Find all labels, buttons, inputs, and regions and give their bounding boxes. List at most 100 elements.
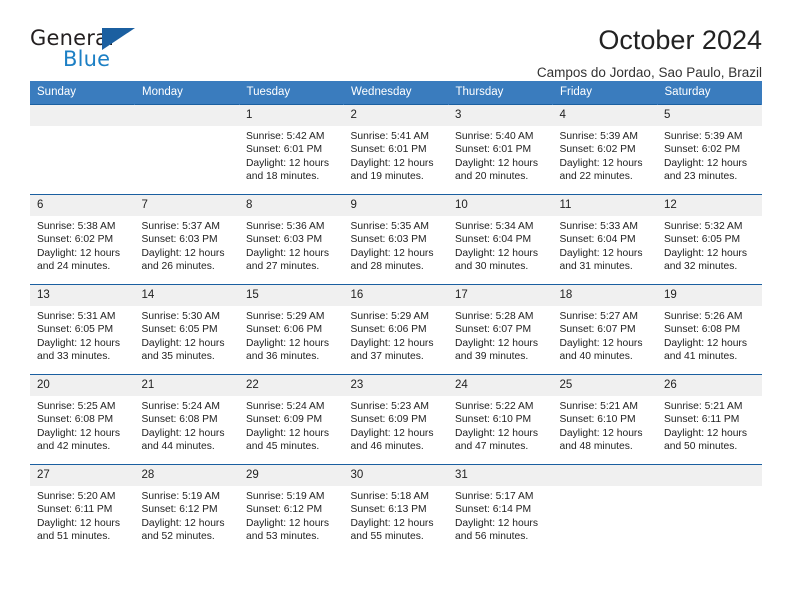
day-cell-10[interactable]: 10 Sunrise: 5:34 AM Sunset: 6:04 PM Dayli…	[448, 194, 553, 285]
weekday-header-tuesday: Tuesday	[239, 81, 344, 105]
day-number: 20	[30, 375, 135, 396]
day-number: 27	[30, 465, 135, 486]
sun-times-details: Sunrise: 5:41 AM Sunset: 6:01 PM Dayligh…	[350, 131, 434, 183]
day-cell-4[interactable]: 4 Sunrise: 5:39 AM Sunset: 6:02 PM Daylig…	[552, 104, 657, 195]
weekday-header-monday: Monday	[134, 81, 240, 105]
day-number: 19	[657, 285, 762, 306]
day-cell-30[interactable]: 30 Sunrise: 5:18 AM Sunset: 6:13 PM Dayli…	[343, 464, 448, 555]
sun-times-details	[30, 126, 135, 130]
day-number: 18	[552, 285, 657, 306]
calendar-week-row: 27 Sunrise: 5:20 AM Sunset: 6:11 PM Dayli…	[30, 464, 762, 555]
day-cell-7[interactable]: 7 Sunrise: 5:37 AM Sunset: 6:03 PM Daylig…	[134, 194, 239, 285]
day-number: 22	[239, 375, 344, 396]
calendar-week-row: 6 Sunrise: 5:38 AM Sunset: 6:02 PM Daylig…	[30, 194, 762, 285]
day-cell-17[interactable]: 17 Sunrise: 5:28 AM Sunset: 6:07 PM Dayli…	[448, 284, 553, 375]
calendar-header-row: Sunday Monday Tuesday Wednesday Thursday Frid…	[30, 81, 762, 105]
day-number: 24	[448, 375, 553, 396]
sun-times-details: Sunrise: 5:26 AM Sunset: 6:08 PM Dayligh…	[664, 311, 747, 363]
day-cell-23[interactable]: 23 Sunrise: 5:23 AM Sunset: 6:09 PM Dayli…	[343, 374, 448, 465]
day-number: 15	[239, 285, 344, 306]
day-cell-8[interactable]: 8 Sunrise: 5:36 AM Sunset: 6:03 PM Daylig…	[239, 194, 344, 285]
calendar-body: 1 Sunrise: 5:42 AM Sunset: 6:01 PM Daylig…	[30, 104, 762, 555]
day-cell-26[interactable]: 26 Sunrise: 5:21 AM Sunset: 6:11 PM Dayli…	[657, 374, 762, 465]
calendar-table: Sunday Monday Tuesday Wednesday Thursday Frid…	[30, 81, 762, 555]
day-number	[552, 465, 657, 486]
sun-times-details: Sunrise: 5:35 AM Sunset: 6:03 PM Dayligh…	[350, 221, 434, 273]
day-cell-28[interactable]: 28 Sunrise: 5:19 AM Sunset: 6:12 PM Dayli…	[134, 464, 239, 555]
day-cell-empty	[30, 104, 135, 195]
sun-times-details: Sunrise: 5:21 AM Sunset: 6:11 PM Dayligh…	[664, 401, 747, 453]
day-cell-21[interactable]: 21 Sunrise: 5:24 AM Sunset: 6:08 PM Dayli…	[134, 374, 239, 465]
generalblue-logo[interactable]: General Blue	[30, 26, 146, 72]
day-number	[657, 465, 762, 486]
day-cell-11[interactable]: 11 Sunrise: 5:33 AM Sunset: 6:04 PM Dayli…	[552, 194, 657, 285]
weekday-header-friday: Friday	[552, 81, 658, 105]
day-cell-1[interactable]: 1 Sunrise: 5:42 AM Sunset: 6:01 PM Daylig…	[239, 104, 344, 195]
day-cell-27[interactable]: 27 Sunrise: 5:20 AM Sunset: 6:11 PM Dayli…	[30, 464, 135, 555]
sun-times-details: Sunrise: 5:31 AM Sunset: 6:05 PM Dayligh…	[37, 311, 120, 363]
sun-times-details: Sunrise: 5:39 AM Sunset: 6:02 PM Dayligh…	[664, 131, 747, 183]
day-cell-25[interactable]: 25 Sunrise: 5:21 AM Sunset: 6:10 PM Dayli…	[552, 374, 657, 465]
sun-times-details: Sunrise: 5:32 AM Sunset: 6:05 PM Dayligh…	[664, 221, 747, 273]
day-cell-16[interactable]: 16 Sunrise: 5:29 AM Sunset: 6:06 PM Dayli…	[343, 284, 448, 375]
sun-times-details: Sunrise: 5:19 AM Sunset: 6:12 PM Dayligh…	[246, 491, 329, 543]
sun-times-details: Sunrise: 5:30 AM Sunset: 6:05 PM Dayligh…	[141, 311, 225, 363]
day-cell-13[interactable]: 13 Sunrise: 5:31 AM Sunset: 6:05 PM Dayli…	[30, 284, 135, 375]
sun-times-details: Sunrise: 5:42 AM Sunset: 6:01 PM Dayligh…	[246, 131, 329, 183]
weekday-header-wednesday: Wednesday	[343, 81, 449, 105]
day-cell-empty	[657, 464, 762, 555]
day-number: 29	[239, 465, 344, 486]
sun-times-details: Sunrise: 5:29 AM Sunset: 6:06 PM Dayligh…	[350, 311, 434, 363]
sun-times-details: Sunrise: 5:28 AM Sunset: 6:07 PM Dayligh…	[455, 311, 538, 363]
day-number: 7	[134, 195, 239, 216]
day-number: 13	[30, 285, 135, 306]
day-number	[134, 105, 239, 126]
day-number	[30, 105, 135, 126]
sun-times-details: Sunrise: 5:39 AM Sunset: 6:02 PM Dayligh…	[559, 131, 643, 183]
day-cell-22[interactable]: 22 Sunrise: 5:24 AM Sunset: 6:09 PM Dayli…	[239, 374, 344, 465]
weekday-header-thursday: Thursday	[448, 81, 553, 105]
day-number: 4	[552, 105, 657, 126]
day-number: 21	[134, 375, 239, 396]
day-cell-empty	[134, 104, 239, 195]
day-cell-12[interactable]: 12 Sunrise: 5:32 AM Sunset: 6:05 PM Dayli…	[657, 194, 762, 285]
sun-times-details: Sunrise: 5:34 AM Sunset: 6:04 PM Dayligh…	[455, 221, 538, 273]
page-subtitle: Campos do Jordao, Sao Paulo, Brazil	[536, 65, 762, 81]
day-cell-6[interactable]: 6 Sunrise: 5:38 AM Sunset: 6:02 PM Daylig…	[30, 194, 135, 285]
day-number: 12	[657, 195, 762, 216]
day-number: 1	[239, 105, 344, 126]
day-number: 10	[448, 195, 553, 216]
day-cell-2[interactable]: 2 Sunrise: 5:41 AM Sunset: 6:01 PM Daylig…	[343, 104, 448, 195]
weekday-header-saturday: Saturday	[657, 81, 762, 105]
day-number: 31	[448, 465, 553, 486]
day-cell-3[interactable]: 3 Sunrise: 5:40 AM Sunset: 6:01 PM Daylig…	[448, 104, 553, 195]
day-cell-24[interactable]: 24 Sunrise: 5:22 AM Sunset: 6:10 PM Dayli…	[448, 374, 553, 465]
day-cell-19[interactable]: 19 Sunrise: 5:26 AM Sunset: 6:08 PM Dayli…	[657, 284, 762, 375]
day-number: 6	[30, 195, 135, 216]
calendar-week-row: 13 Sunrise: 5:31 AM Sunset: 6:05 PM Dayli…	[30, 284, 762, 375]
calendar-week-row: 1 Sunrise: 5:42 AM Sunset: 6:01 PM Daylig…	[30, 104, 762, 195]
sun-times-details: Sunrise: 5:33 AM Sunset: 6:04 PM Dayligh…	[559, 221, 643, 273]
sun-times-details: Sunrise: 5:24 AM Sunset: 6:08 PM Dayligh…	[141, 401, 225, 453]
day-cell-20[interactable]: 20 Sunrise: 5:25 AM Sunset: 6:08 PM Dayli…	[30, 374, 135, 465]
sun-times-details: Sunrise: 5:17 AM Sunset: 6:14 PM Dayligh…	[455, 491, 538, 543]
day-cell-14[interactable]: 14 Sunrise: 5:30 AM Sunset: 6:05 PM Dayli…	[134, 284, 239, 375]
day-cell-9[interactable]: 9 Sunrise: 5:35 AM Sunset: 6:03 PM Daylig…	[343, 194, 448, 285]
day-number: 28	[134, 465, 239, 486]
day-number: 8	[239, 195, 344, 216]
title-block: October 2024 Campos do Jordao, Sao Paulo…	[536, 25, 762, 81]
day-cell-29[interactable]: 29 Sunrise: 5:19 AM Sunset: 6:12 PM Dayli…	[239, 464, 344, 555]
day-cell-18[interactable]: 18 Sunrise: 5:27 AM Sunset: 6:07 PM Dayli…	[552, 284, 657, 375]
logo-text-blue: Blue	[63, 47, 111, 71]
day-cell-31[interactable]: 31 Sunrise: 5:17 AM Sunset: 6:14 PM Dayli…	[448, 464, 553, 555]
sun-times-details: Sunrise: 5:19 AM Sunset: 6:12 PM Dayligh…	[141, 491, 225, 543]
page-header: General Blue October 2024 Campos do Jord…	[30, 0, 762, 81]
sun-times-details: Sunrise: 5:29 AM Sunset: 6:06 PM Dayligh…	[246, 311, 329, 363]
page-title: October 2024	[598, 25, 762, 55]
sun-times-details	[657, 486, 762, 490]
day-cell-15[interactable]: 15 Sunrise: 5:29 AM Sunset: 6:06 PM Dayli…	[239, 284, 344, 375]
day-cell-5[interactable]: 5 Sunrise: 5:39 AM Sunset: 6:02 PM Daylig…	[657, 104, 762, 195]
calendar-page: General Blue October 2024 Campos do Jord…	[0, 0, 792, 612]
day-number: 9	[343, 195, 448, 216]
day-number: 14	[134, 285, 239, 306]
